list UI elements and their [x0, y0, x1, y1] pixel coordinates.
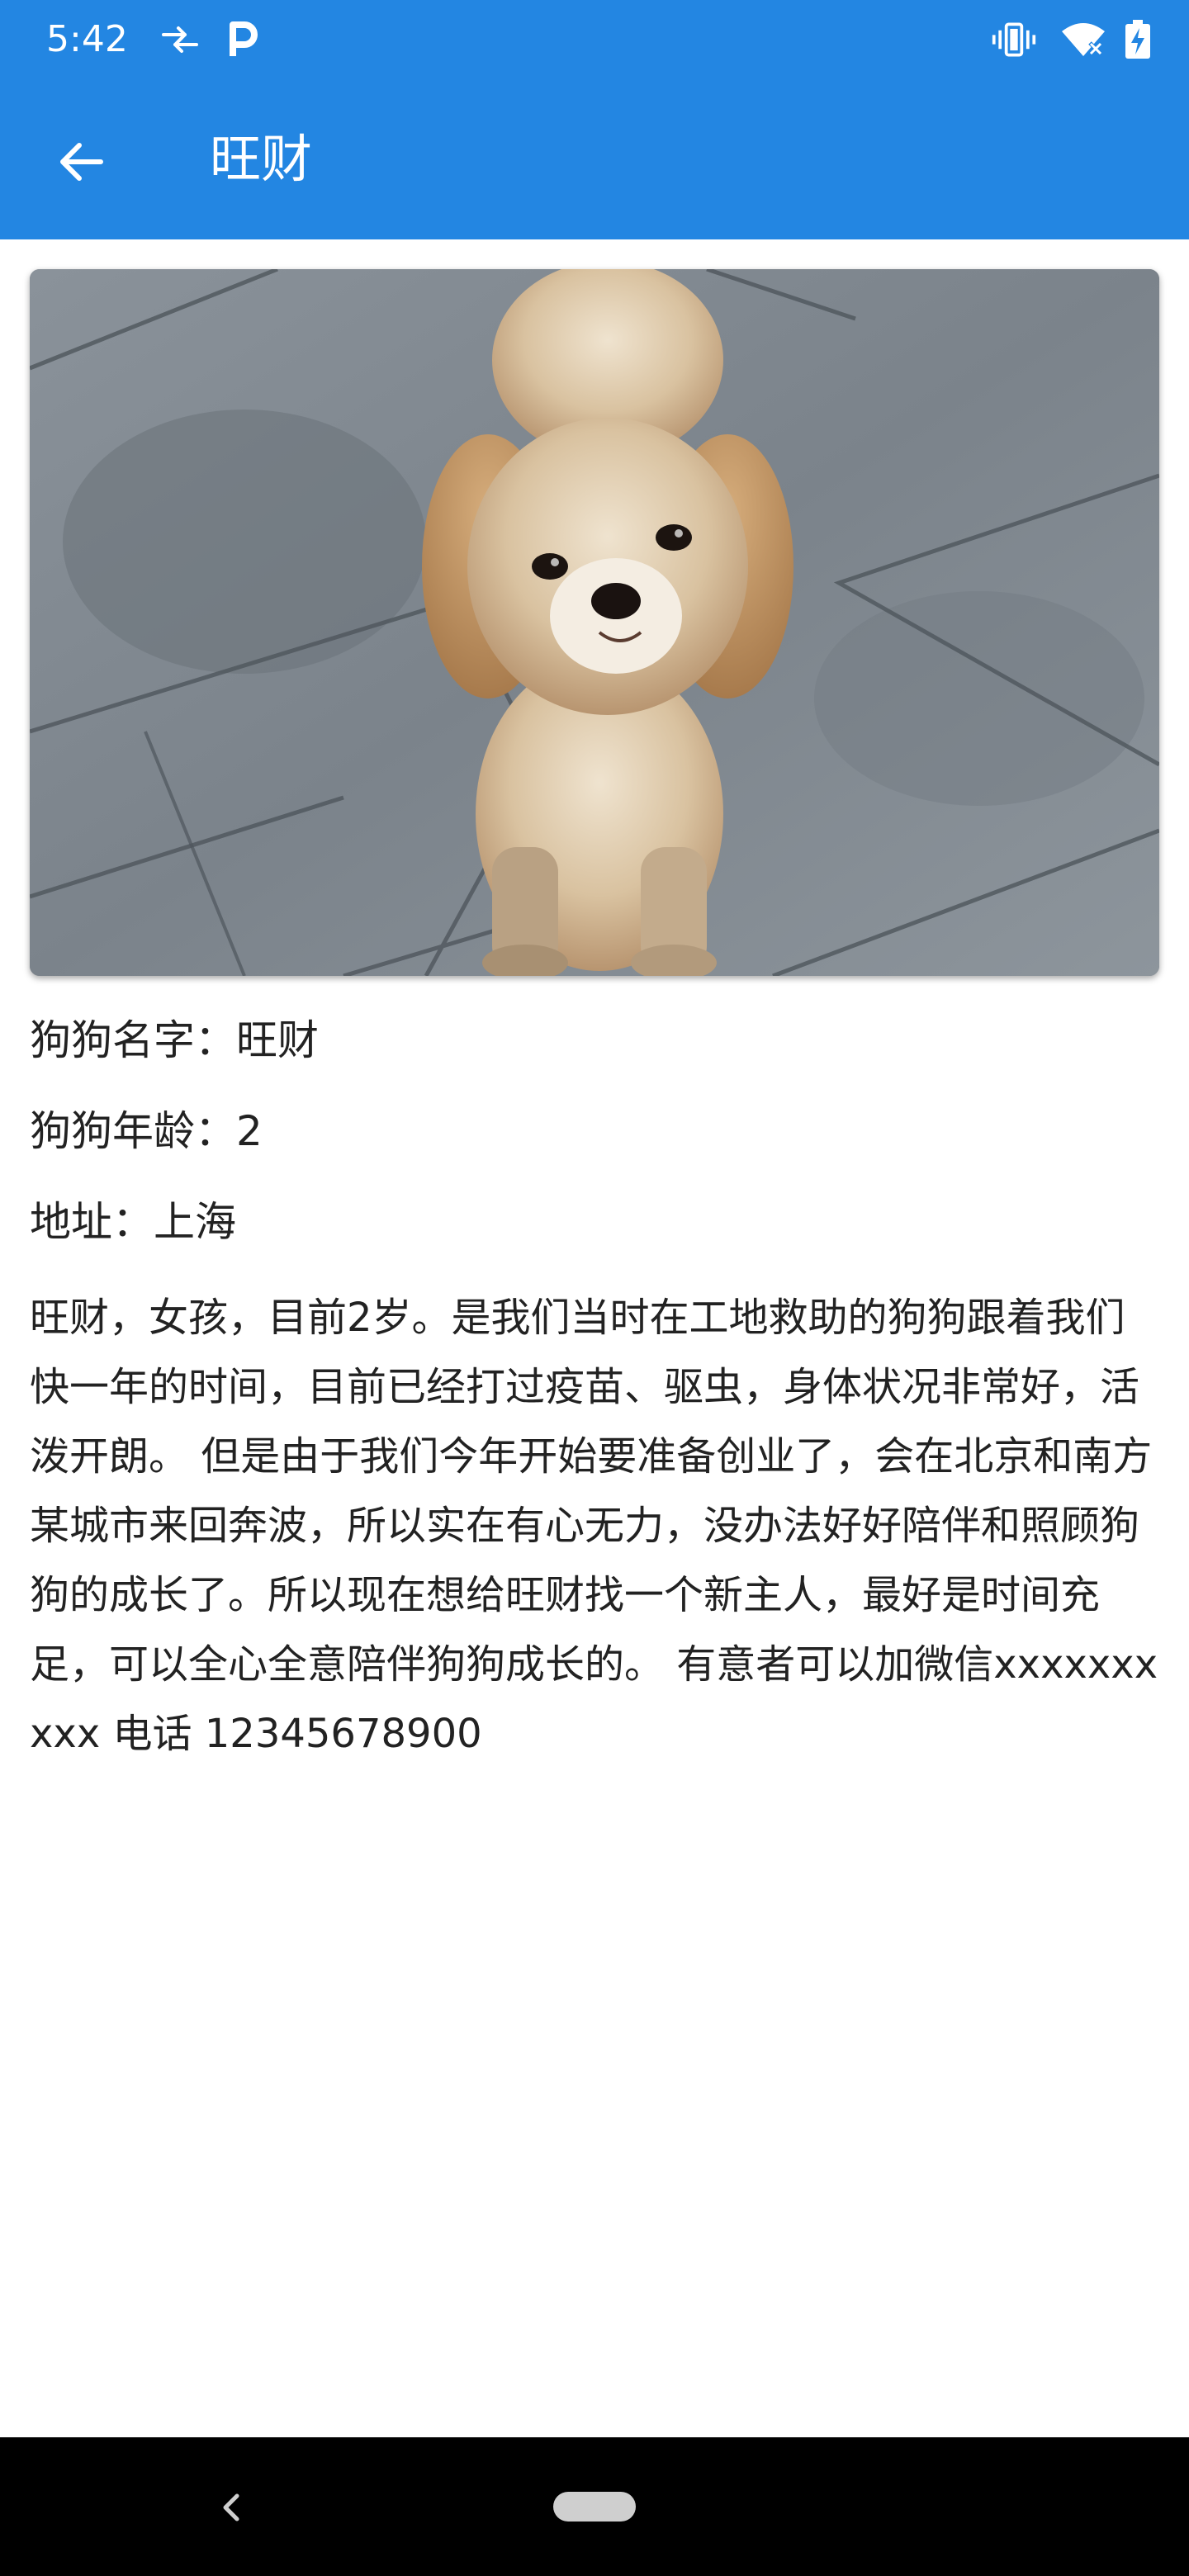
page-title: 旺财: [210, 129, 313, 189]
app-bar: 旺财: [0, 79, 1189, 239]
battery-charging-icon: [1115, 18, 1161, 61]
screen: 5:42 旺财 狗狗名字：旺财 狗狗年龄：2 地址：上海 旺财，女孩，目前2岁。…: [0, 0, 1189, 2576]
parking-icon: [220, 18, 266, 61]
nav-back-button[interactable]: [206, 2479, 256, 2536]
vibrate-icon: [991, 18, 1037, 61]
dog-age-line: 狗狗年龄：2: [30, 1107, 263, 1155]
dog-photo: [30, 269, 1159, 976]
chevron-left-icon: [223, 2493, 239, 2522]
back-button[interactable]: [41, 122, 121, 201]
status-time: 5:42: [46, 18, 128, 60]
data-transfer-icon: [157, 18, 203, 61]
navigation-bar: [0, 2437, 1189, 2576]
wifi-off-icon: [1060, 18, 1106, 61]
dog-photo-card: [30, 269, 1159, 976]
dog-name-line: 狗狗名字：旺财: [30, 1016, 319, 1064]
dog-description: 旺财，女孩，目前2岁。是我们当时在工地救助的狗狗跟着我们快一年的时间，目前已经打…: [30, 1295, 1158, 1757]
status-bar: 5:42: [0, 0, 1189, 79]
dog-address-line: 地址：上海: [30, 1198, 236, 1246]
nav-home-pill[interactable]: [553, 2492, 636, 2522]
arrow-back-icon: [60, 143, 103, 181]
